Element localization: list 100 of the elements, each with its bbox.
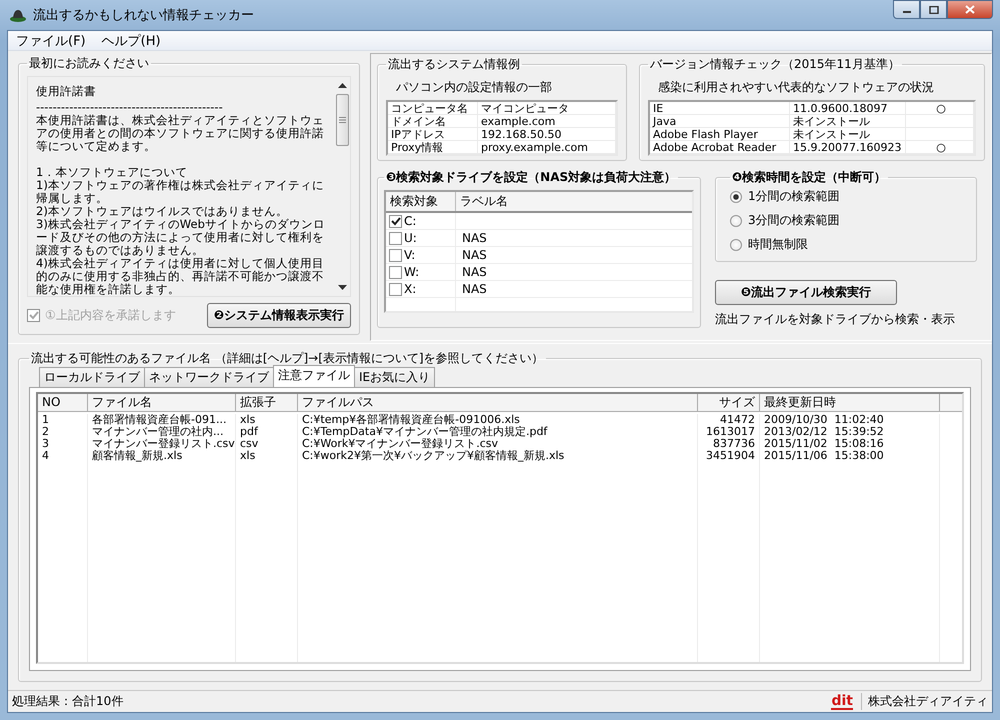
table-cell: 3 bbox=[38, 438, 88, 450]
table-cell: 顧客情報_新規.xls bbox=[88, 450, 236, 462]
drive-checkbox[interactable] bbox=[389, 266, 402, 278]
drive-letter: V: bbox=[404, 248, 416, 262]
table-cell: 11.0.9600.18097 bbox=[790, 102, 906, 114]
drive-checkbox[interactable] bbox=[389, 282, 402, 296]
table-cell: C:¥TempData¥マイナンバー管理の社内規定.pdf bbox=[298, 426, 698, 438]
company-logo: dit bbox=[831, 694, 853, 710]
drive-letter: C: bbox=[404, 214, 416, 228]
column-header[interactable]: 最終更新日時 bbox=[760, 394, 940, 411]
column-header[interactable]: NO bbox=[38, 394, 88, 411]
license-paragraph: 4)株式会社ディアイティは使用者に対して個人使用目的のみに使用する非独占的、再許諾不可能かつ譲渡不能な使用権を許諾します。 bbox=[36, 257, 325, 296]
column-header[interactable]: ファイル名 bbox=[88, 394, 236, 411]
table-cell: 各部署情報資産台帳-091... bbox=[88, 414, 236, 426]
table-cell: csv bbox=[236, 438, 298, 450]
column-header[interactable]: サイズ bbox=[698, 394, 760, 411]
status-text: 処理結果：合計10件 bbox=[12, 693, 124, 710]
license-paragraph: --------------------------------------------- bbox=[36, 101, 224, 114]
radio-option[interactable]: 時間無制限 bbox=[730, 236, 966, 253]
table-cell: マイナンバー登録リスト.csv bbox=[88, 438, 236, 450]
license-paragraph: 1．本ソフトウェアについて bbox=[36, 166, 188, 179]
license-paragraph: 本使用許諾書は、株式会社ディアイティとソフトウェアの使用者との間の本ソフトウェアに関する使用許諾等について定めます。 bbox=[36, 114, 325, 153]
table-cell: 837736 bbox=[698, 438, 760, 450]
status-mark: ○ bbox=[936, 102, 946, 115]
drive-label: NAS bbox=[462, 231, 487, 245]
system-info-button[interactable]: ❷システム情報表示実行 bbox=[206, 303, 351, 328]
table-cell: Java bbox=[650, 115, 790, 127]
table-cell: 未インストール bbox=[790, 128, 906, 140]
table-cell: pdf bbox=[236, 426, 298, 438]
drive-label: NAS bbox=[462, 282, 487, 296]
menu-item[interactable]: ファイル(F) bbox=[10, 32, 92, 50]
close-icon bbox=[965, 5, 975, 14]
column-header[interactable]: 拡張子 bbox=[236, 394, 298, 411]
table-cell: xls bbox=[236, 414, 298, 426]
table-cell: IE bbox=[650, 102, 790, 114]
table-cell: 4 bbox=[38, 450, 88, 462]
drive-label: NAS bbox=[462, 248, 487, 262]
table-cell: 15.9.20077.160923 bbox=[790, 141, 906, 153]
table-cell: マイコンピュータ bbox=[478, 102, 616, 114]
group-title: 流出する可能性のあるファイル名 （詳細は[ヘルプ]→[表示情報について]を参照してください） bbox=[30, 350, 545, 367]
scroll-down-icon bbox=[338, 285, 346, 290]
group-title: ❸検索対象ドライブを設定（NAS対象は負荷大注意） bbox=[385, 169, 678, 186]
table-cell: 41472 bbox=[698, 414, 760, 426]
check-icon bbox=[28, 311, 38, 320]
tab[interactable]: 注意ファイル bbox=[273, 365, 355, 387]
drive-letter: X: bbox=[404, 282, 416, 296]
search-caption: 流出ファイルを対象ドライブから検索・表示 bbox=[715, 311, 956, 328]
table-cell: proxy.example.com bbox=[478, 141, 616, 153]
drive-checkbox[interactable] bbox=[389, 248, 402, 262]
table-cell: コンピュータ名 bbox=[388, 102, 478, 114]
search-button[interactable]: ❺流出ファイル検索実行 bbox=[715, 280, 897, 305]
table-cell: 1 bbox=[38, 414, 88, 426]
menu-item[interactable]: ヘルプ(H) bbox=[96, 32, 167, 50]
column-header[interactable]: 検索対象 bbox=[386, 192, 456, 211]
table-cell: Adobe Acrobat Reader bbox=[650, 141, 790, 153]
table-cell: Adobe Flash Player bbox=[650, 128, 790, 140]
maximize-button[interactable] bbox=[920, 0, 947, 19]
table-cell: example.com bbox=[478, 115, 616, 127]
table-cell: 2009/10/30 11:02:40 bbox=[760, 414, 940, 426]
table-cell: 2015/11/06 15:38:00 bbox=[760, 450, 940, 462]
minimize-button[interactable] bbox=[893, 0, 920, 19]
radio-option[interactable]: 3分間の検索範囲 bbox=[730, 212, 966, 229]
table-cell: 192.168.50.50 bbox=[478, 128, 616, 140]
group-title: 流出するシステム情報例 bbox=[387, 56, 521, 73]
table-cell: xls bbox=[236, 450, 298, 462]
status-mark: ○ bbox=[936, 141, 946, 154]
group-title: ❹検索時間を設定（中断可） bbox=[731, 169, 888, 186]
hat-icon bbox=[9, 7, 27, 23]
drive-checkbox[interactable] bbox=[389, 214, 402, 228]
drive-checkbox[interactable] bbox=[389, 232, 402, 244]
close-button[interactable] bbox=[947, 0, 993, 19]
scroll-thumb[interactable] bbox=[336, 94, 348, 146]
license-paragraph: 2)本ソフトウェアはウイルスではありません。 bbox=[36, 205, 289, 218]
table-cell: 2015/11/02 15:08:16 bbox=[760, 438, 940, 450]
company-name: 株式会社ディアイティ bbox=[861, 693, 988, 710]
radio-option[interactable]: 1分間の検索範囲 bbox=[730, 188, 966, 205]
column-header[interactable]: ファイルパス bbox=[298, 394, 698, 411]
table-cell: C:¥temp¥各部署情報資産台帳-091006.xls bbox=[298, 414, 698, 426]
tab[interactable]: ローカルドライブ bbox=[39, 367, 145, 387]
license-paragraph: 1)本ソフトウェアの著作権は株式会社ディアイティに帰属します。 bbox=[36, 179, 325, 205]
table-cell: 2013/02/12 15:39:52 bbox=[760, 426, 940, 438]
drive-label: NAS bbox=[462, 265, 487, 279]
maximize-icon bbox=[928, 6, 938, 14]
column-header[interactable]: ラベル名 bbox=[456, 192, 692, 211]
drive-letter: U: bbox=[404, 231, 417, 245]
check-icon bbox=[390, 216, 400, 226]
table-cell: C:¥Work¥マイナンバー登録リスト.csv bbox=[298, 438, 698, 450]
table-cell: ドメイン名 bbox=[388, 115, 478, 127]
license-paragraph: 3)株式会社ディアイティのWebサイトからのダウンロード及びその他の方法によって使用者に対して権利を譲渡するものではありません。 bbox=[36, 218, 326, 257]
license-text-area[interactable] bbox=[27, 76, 351, 297]
license-paragraph: 使用許諾書 bbox=[36, 85, 97, 98]
tab[interactable]: ネットワークドライブ bbox=[144, 367, 274, 387]
group-subtitle: パソコン内の設定情報の一部 bbox=[395, 79, 553, 96]
window-title: 流出するかもしれない情報チェッカー bbox=[33, 7, 254, 24]
drive-letter: W: bbox=[404, 265, 420, 279]
table-cell: C:¥work2¥第一次¥バックアップ¥顧客情報_新規.xls bbox=[298, 450, 698, 462]
table-cell: Proxy情報 bbox=[388, 141, 478, 153]
tab[interactable]: IEお気に入り bbox=[354, 367, 436, 387]
table-cell: 未インストール bbox=[790, 115, 906, 127]
group-title: バージョン情報チェック（2015年11月基準） bbox=[649, 56, 901, 73]
